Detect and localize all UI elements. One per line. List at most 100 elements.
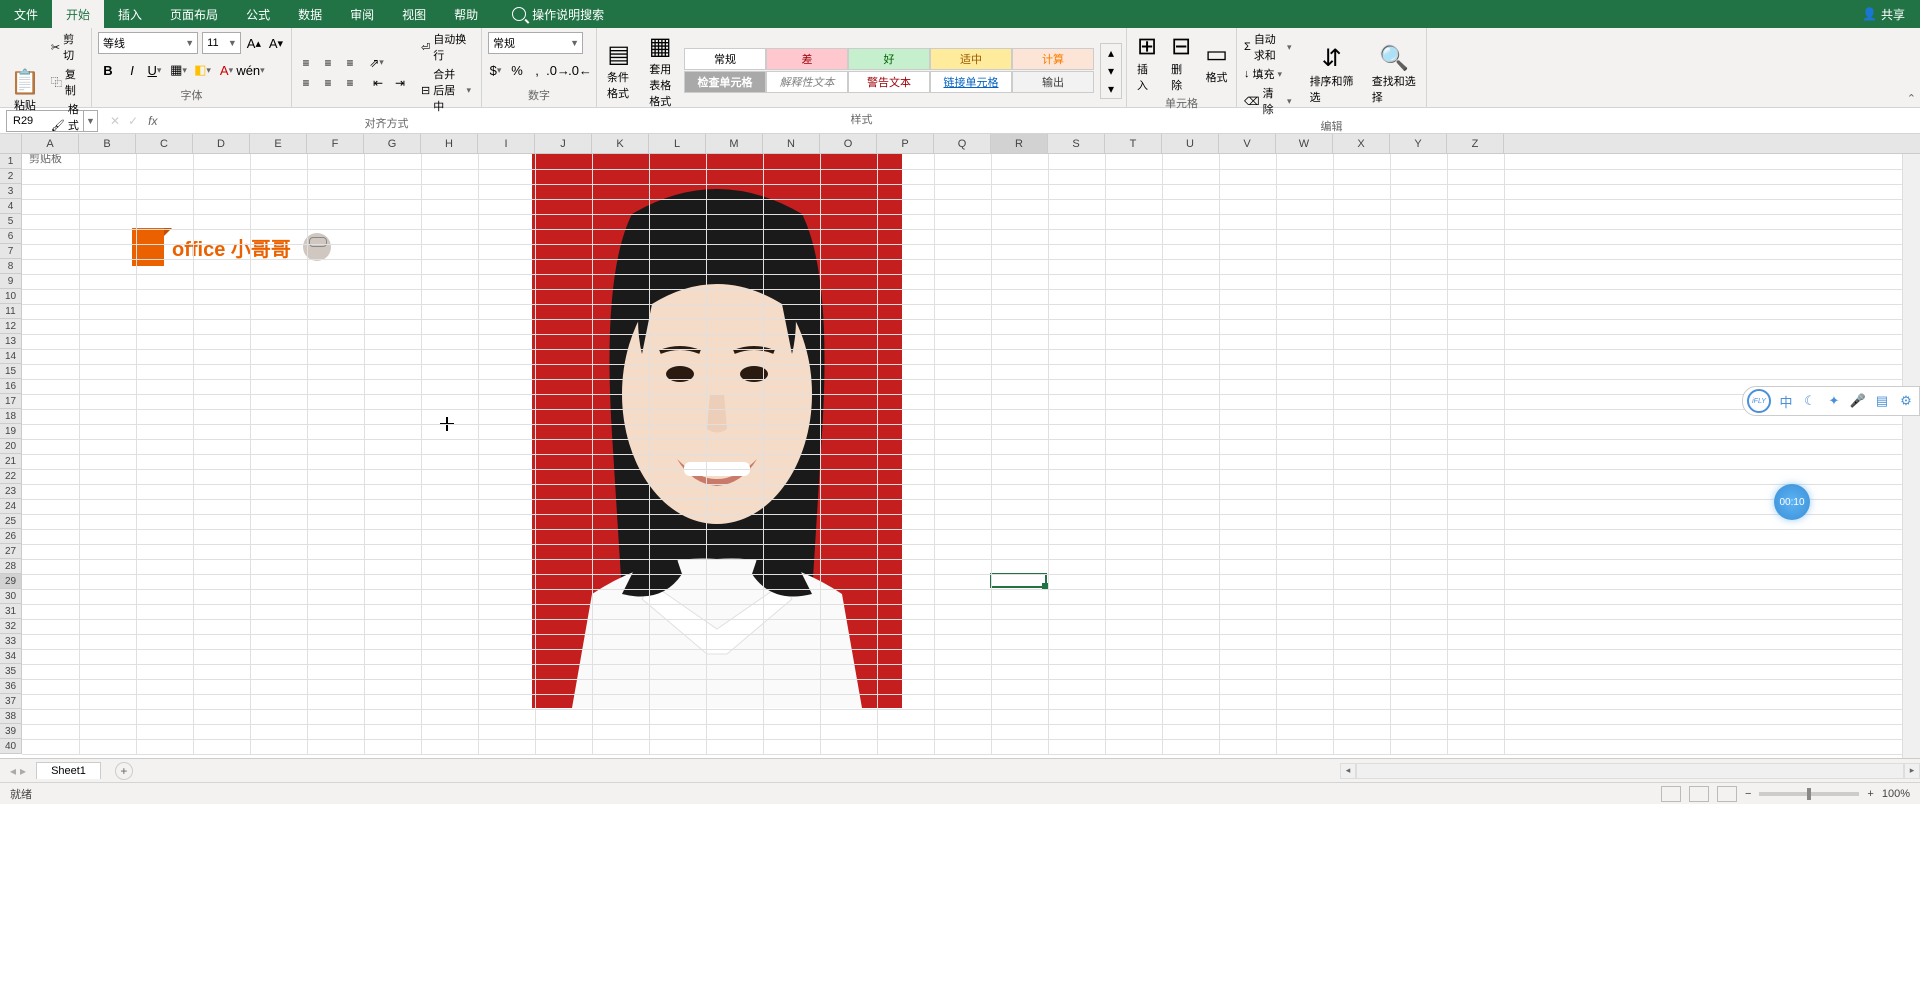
- tab-formulas[interactable]: 公式: [232, 0, 284, 28]
- col-header-R[interactable]: R: [991, 134, 1048, 153]
- clear-button[interactable]: ⌫清除▾: [1241, 84, 1298, 118]
- scroll-right-button[interactable]: ▸: [1904, 763, 1920, 779]
- add-sheet-button[interactable]: +: [115, 762, 133, 780]
- row-header-25[interactable]: 25: [0, 514, 22, 529]
- embedded-photo[interactable]: [532, 154, 902, 708]
- page-break-view-button[interactable]: [1717, 786, 1737, 802]
- decrease-decimal-button[interactable]: .0←: [570, 60, 590, 80]
- col-header-J[interactable]: J: [535, 134, 592, 153]
- row-header-14[interactable]: 14: [0, 349, 22, 364]
- prev-sheet-icon[interactable]: ◂: [10, 764, 16, 778]
- row-header-13[interactable]: 13: [0, 334, 22, 349]
- row-header-24[interactable]: 24: [0, 499, 22, 514]
- autosum-button[interactable]: Σ自动求和▾: [1241, 30, 1298, 64]
- tell-me-search[interactable]: 操作说明搜索: [512, 6, 604, 23]
- row-header-21[interactable]: 21: [0, 454, 22, 469]
- paste-button[interactable]: 📋 粘贴: [4, 66, 46, 115]
- style-cell[interactable]: 警告文本: [848, 71, 930, 93]
- tab-help[interactable]: 帮助: [440, 0, 492, 28]
- col-header-L[interactable]: L: [649, 134, 706, 153]
- col-header-U[interactable]: U: [1162, 134, 1219, 153]
- col-header-E[interactable]: E: [250, 134, 307, 153]
- row-header-39[interactable]: 39: [0, 724, 22, 739]
- gallery-down-button[interactable]: ▾: [1101, 62, 1121, 80]
- col-header-C[interactable]: C: [136, 134, 193, 153]
- row-header-3[interactable]: 3: [0, 184, 22, 199]
- gallery-more-button[interactable]: ▾: [1101, 80, 1121, 98]
- col-header-G[interactable]: G: [364, 134, 421, 153]
- col-header-I[interactable]: I: [478, 134, 535, 153]
- comma-button[interactable]: ,: [528, 60, 546, 80]
- col-header-T[interactable]: T: [1105, 134, 1162, 153]
- table-format-button[interactable]: ▦ 套用 表格格式: [643, 30, 679, 111]
- row-header-10[interactable]: 10: [0, 289, 22, 304]
- style-cell[interactable]: 适中: [930, 48, 1012, 70]
- row-header-37[interactable]: 37: [0, 694, 22, 709]
- fill-button[interactable]: ↓填充▾: [1241, 65, 1298, 83]
- align-center-button[interactable]: ≡: [318, 74, 338, 92]
- col-header-Z[interactable]: Z: [1447, 134, 1504, 153]
- bold-button[interactable]: B: [98, 60, 118, 80]
- row-header-36[interactable]: 36: [0, 679, 22, 694]
- cell-styles-gallery[interactable]: 常规检查单元格差解释性文本好警告文本适中链接单元格计算输出: [684, 48, 1094, 93]
- col-header-N[interactable]: N: [763, 134, 820, 153]
- col-header-F[interactable]: F: [307, 134, 364, 153]
- recording-timer[interactable]: 00:10: [1774, 484, 1810, 520]
- col-header-Q[interactable]: Q: [934, 134, 991, 153]
- align-left-button[interactable]: ≡: [296, 74, 316, 92]
- gallery-up-button[interactable]: ▴: [1101, 44, 1121, 62]
- italic-button[interactable]: I: [122, 60, 142, 80]
- format-cells-button[interactable]: ▭格式: [1199, 38, 1234, 87]
- next-sheet-icon[interactable]: ▸: [20, 764, 26, 778]
- col-header-W[interactable]: W: [1276, 134, 1333, 153]
- row-header-26[interactable]: 26: [0, 529, 22, 544]
- tab-review[interactable]: 审阅: [336, 0, 388, 28]
- tab-view[interactable]: 视图: [388, 0, 440, 28]
- row-header-9[interactable]: 9: [0, 274, 22, 289]
- number-format-select[interactable]: 常规▼: [488, 32, 583, 54]
- tab-page-layout[interactable]: 页面布局: [156, 0, 232, 28]
- col-header-B[interactable]: B: [79, 134, 136, 153]
- mic-icon[interactable]: 🎤: [1849, 392, 1867, 410]
- col-header-O[interactable]: O: [820, 134, 877, 153]
- row-header-32[interactable]: 32: [0, 619, 22, 634]
- row-header-40[interactable]: 40: [0, 739, 22, 754]
- share-button[interactable]: 👤 共享: [1862, 6, 1905, 23]
- zoom-slider[interactable]: [1759, 792, 1859, 796]
- align-bottom-button[interactable]: ≡: [340, 54, 360, 72]
- row-header-19[interactable]: 19: [0, 424, 22, 439]
- font-name-select[interactable]: 等线▼: [98, 32, 198, 54]
- tab-insert[interactable]: 插入: [104, 0, 156, 28]
- horizontal-scroll[interactable]: ◂ ▸: [1340, 762, 1920, 780]
- currency-button[interactable]: $▾: [488, 60, 506, 80]
- tab-file[interactable]: 文件: [0, 0, 52, 28]
- col-header-Y[interactable]: Y: [1390, 134, 1447, 153]
- row-header-33[interactable]: 33: [0, 634, 22, 649]
- cancel-formula-icon[interactable]: ✕: [110, 114, 120, 128]
- decrease-font-button[interactable]: A▾: [267, 33, 285, 53]
- row-header-34[interactable]: 34: [0, 649, 22, 664]
- sheet-nav[interactable]: ◂▸: [0, 764, 36, 778]
- font-size-select[interactable]: 11▼: [202, 32, 241, 54]
- orientation-button[interactable]: ⇗▾: [368, 54, 388, 72]
- row-header-23[interactable]: 23: [0, 484, 22, 499]
- fx-icon[interactable]: fx: [148, 114, 157, 128]
- spreadsheet-grid[interactable]: ABCDEFGHIJKLMNOPQRSTUVWXYZ 1234567891011…: [0, 134, 1920, 758]
- align-right-button[interactable]: ≡: [340, 74, 360, 92]
- row-header-38[interactable]: 38: [0, 709, 22, 724]
- merge-center-button[interactable]: ⊟合并后居中▾: [418, 65, 477, 115]
- style-cell[interactable]: 输出: [1012, 71, 1094, 93]
- cut-button[interactable]: ✂剪切: [48, 30, 87, 64]
- row-header-12[interactable]: 12: [0, 319, 22, 334]
- sort-filter-button[interactable]: ⇵排序和筛选: [1304, 42, 1360, 107]
- col-header-P[interactable]: P: [877, 134, 934, 153]
- row-header-1[interactable]: 1: [0, 154, 22, 169]
- page-layout-view-button[interactable]: [1689, 786, 1709, 802]
- align-top-button[interactable]: ≡: [296, 54, 316, 72]
- ifly-icon[interactable]: iFLY: [1747, 389, 1771, 413]
- percent-button[interactable]: %: [508, 60, 526, 80]
- col-header-H[interactable]: H: [421, 134, 478, 153]
- row-header-15[interactable]: 15: [0, 364, 22, 379]
- moon-icon[interactable]: ☾: [1801, 392, 1819, 410]
- style-cell[interactable]: 常规: [684, 48, 766, 70]
